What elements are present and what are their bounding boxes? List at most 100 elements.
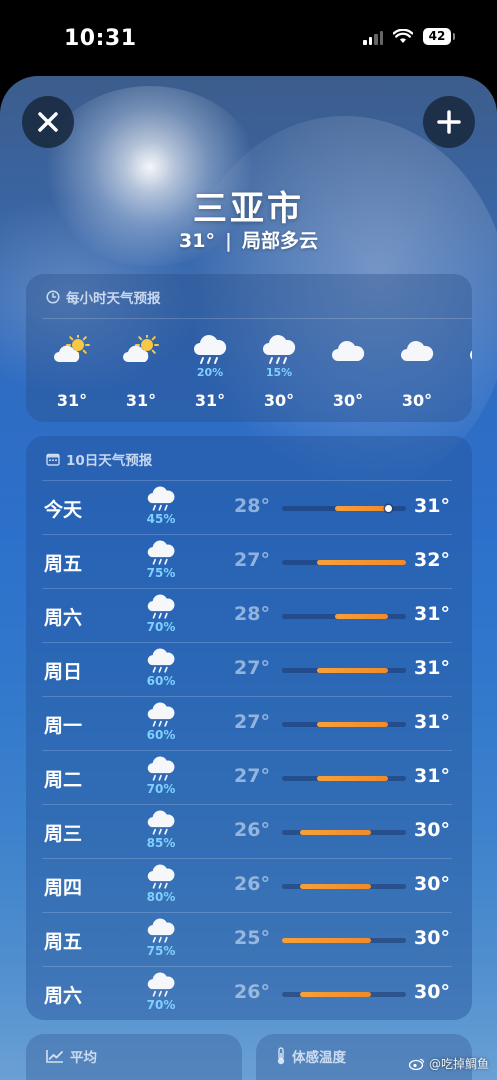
feels-like-title: 体感温度	[292, 1050, 346, 1066]
cloud-rain-icon	[147, 972, 175, 997]
temp-range-track	[282, 668, 406, 673]
weibo-logo-icon	[408, 1058, 425, 1070]
day-name: 周六	[44, 985, 83, 1007]
row-divider	[42, 966, 452, 967]
day-low-temp: 27°	[234, 711, 270, 733]
watermark: @吃掉鲷鱼	[408, 1055, 489, 1072]
day-row[interactable]: 周六 70% 28° 31°	[26, 588, 472, 642]
cloud-icon	[332, 341, 365, 361]
current-condition: 局部多云	[241, 230, 318, 252]
day-row[interactable]: 周二 70% 27° 31°	[26, 750, 472, 804]
cloud-icon	[470, 350, 472, 360]
row-divider	[42, 750, 452, 751]
temp-range-track	[282, 505, 406, 512]
average-header: 平均	[46, 1046, 97, 1066]
separator: |	[224, 230, 232, 252]
average-card[interactable]: 平均	[26, 1034, 242, 1080]
hourly-precip-chance: 20%	[196, 366, 224, 379]
day-row[interactable]: 周四 80% 26° 30°	[26, 858, 472, 912]
average-title: 平均	[70, 1050, 97, 1066]
hourly-icon	[192, 335, 228, 365]
day-low-temp: 28°	[234, 603, 270, 625]
day-weather-icon	[146, 594, 176, 620]
row-divider	[42, 642, 452, 643]
hourly-forecast-card[interactable]: 每小时天气预报 31° 31° 20% 31° 15% 30° 30° 30° 30°	[26, 274, 472, 422]
hourly-precip-chance: 15%	[265, 366, 293, 379]
cloud-rain-icon	[147, 486, 175, 511]
temp-range-bar	[335, 614, 389, 619]
hourly-temp: 30°	[263, 391, 295, 410]
row-divider	[42, 696, 452, 697]
row-divider	[42, 534, 452, 535]
hourly-icon	[399, 335, 435, 365]
hourly-icon	[54, 333, 90, 365]
weather-sheet: 三亚市 31° | 局部多云 每小时天气预报 31° 31° 20% 31° 15% 30° 3…	[0, 76, 497, 1080]
day-row[interactable]: 周六 70% 26° 30°	[26, 966, 472, 1020]
temp-range-track	[282, 722, 406, 727]
day-low-temp: 27°	[234, 765, 270, 787]
day-row[interactable]: 周五 75% 27° 32°	[26, 534, 472, 588]
day-name: 周二	[44, 769, 83, 791]
cloud-rain-icon	[147, 918, 175, 943]
day-high-temp: 32°	[414, 549, 450, 571]
day-low-temp: 25°	[234, 927, 270, 949]
day-weather-icon	[146, 648, 176, 674]
ten-day-forecast-card[interactable]: 10日天气预报 今天 45% 28° 31° 周五 75% 27° 32° 周六 70% 28° 31…	[26, 436, 472, 1020]
add-button[interactable]	[423, 96, 475, 148]
temp-range-track	[282, 776, 406, 781]
day-name: 周日	[44, 661, 83, 683]
day-high-temp: 30°	[414, 927, 450, 949]
cloud-rain-icon	[147, 702, 175, 727]
day-name: 今天	[44, 499, 83, 521]
cloud-rain-icon	[147, 756, 175, 781]
day-row[interactable]: 周日 60% 27° 31°	[26, 642, 472, 696]
current-temp-dot	[384, 505, 392, 512]
row-divider	[42, 858, 452, 859]
day-name: 周三	[44, 823, 83, 845]
day-low-temp: 26°	[234, 981, 270, 1003]
day-high-temp: 31°	[414, 495, 450, 517]
calendar-icon	[46, 453, 60, 466]
row-divider	[42, 912, 452, 913]
day-high-temp: 31°	[414, 765, 450, 787]
day-name: 周六	[44, 607, 83, 629]
sun-cloud-icon	[123, 333, 159, 362]
temp-range-bar	[317, 668, 389, 673]
hourly-list[interactable]: 31° 31° 20% 31° 15% 30° 30° 30° 30°	[42, 318, 472, 419]
plus-icon	[437, 110, 461, 134]
day-precip-chance: 75%	[146, 566, 176, 580]
sun-cloud-icon	[54, 333, 90, 362]
hourly-icon	[261, 335, 297, 365]
hourly-icon	[123, 333, 159, 365]
hourly-temp: 31°	[194, 391, 226, 410]
day-name: 周四	[44, 877, 83, 899]
ten-day-forecast-header: 10日天气预报	[46, 449, 152, 469]
day-row[interactable]: 周三 85% 26° 30°	[26, 804, 472, 858]
day-row[interactable]: 周五 75% 25° 30°	[26, 912, 472, 966]
cloud-rain-icon	[147, 648, 175, 673]
hourly-temp: 30°	[401, 391, 433, 410]
temp-range-bar	[317, 560, 406, 565]
wifi-icon	[393, 29, 413, 43]
temp-range-track	[282, 830, 406, 835]
day-low-temp: 26°	[234, 819, 270, 841]
temp-range-track	[282, 938, 406, 943]
thermometer-icon	[277, 1047, 285, 1065]
cloud-rain-icon	[147, 594, 175, 619]
cloud-icon	[401, 341, 434, 361]
row-divider	[42, 804, 452, 805]
close-button[interactable]	[22, 96, 74, 148]
close-icon	[38, 112, 58, 132]
day-precip-chance: 60%	[146, 674, 176, 688]
day-row[interactable]: 周一 60% 27° 31°	[26, 696, 472, 750]
hourly-temp: 31°	[125, 391, 157, 410]
day-high-temp: 31°	[414, 711, 450, 733]
temp-range-bar	[282, 938, 371, 943]
day-low-temp: 27°	[234, 549, 270, 571]
day-high-temp: 31°	[414, 657, 450, 679]
day-weather-icon	[146, 486, 176, 512]
day-row[interactable]: 今天 45% 28° 31°	[26, 480, 472, 534]
day-low-temp: 28°	[234, 495, 270, 517]
day-high-temp: 30°	[414, 981, 450, 1003]
day-precip-chance: 60%	[146, 728, 176, 742]
